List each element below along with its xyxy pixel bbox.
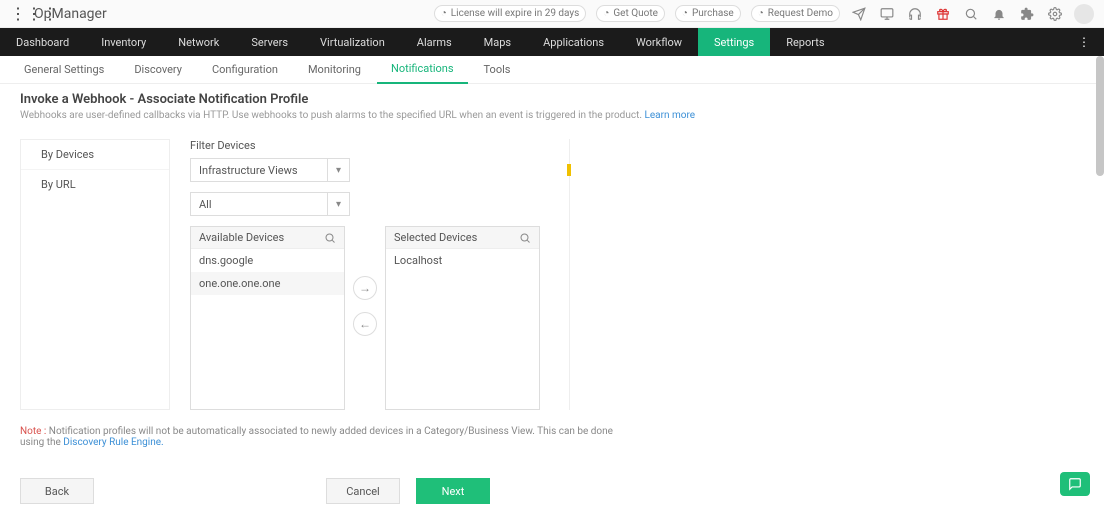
more-menu-icon[interactable]: ⋮ [1070,35,1098,49]
nav-item-alarms[interactable]: Alarms [401,28,468,56]
product-name: OpManager [34,6,107,22]
chat-fab[interactable] [1060,472,1090,496]
subnav-item-configuration[interactable]: Configuration [198,56,292,84]
apps-grid-icon[interactable]: ⋮⋮⋮ [10,6,26,22]
purchase-pill[interactable]: ◔Purchase [675,5,741,22]
gift-icon[interactable] [934,5,952,23]
scrollbar[interactable] [1096,56,1104,176]
search-icon[interactable] [962,5,980,23]
cancel-button[interactable]: Cancel [326,478,400,504]
selected-devices-list: Selected Devices Localhost [385,226,540,410]
left-tabs: By DevicesBy URL [20,139,170,410]
filter-select-scope[interactable]: All ▾ [190,192,350,216]
nav-item-inventory[interactable]: Inventory [85,28,162,56]
filter-label: Filter Devices [190,139,549,152]
list-item[interactable]: one.one.one.one [191,272,344,295]
chevron-down-icon: ▾ [327,159,349,181]
highlight-marker [567,164,571,176]
nav-item-virtualization[interactable]: Virtualization [304,28,401,56]
subnav-item-monitoring[interactable]: Monitoring [294,56,375,84]
gear-icon[interactable] [1046,5,1064,23]
avatar[interactable] [1074,4,1094,24]
discovery-rule-link[interactable]: Discovery Rule Engine. [63,437,163,448]
subnav-item-general-settings[interactable]: General Settings [10,56,118,84]
left-tab-by-devices[interactable]: By Devices [21,140,169,169]
send-icon[interactable] [850,5,868,23]
back-button[interactable]: Back [20,478,94,504]
plugin-icon[interactable] [1018,5,1036,23]
subnav-item-discovery[interactable]: Discovery [120,56,196,84]
next-button[interactable]: Next [416,478,490,504]
nav-item-applications[interactable]: Applications [527,28,620,56]
bell-icon[interactable] [990,5,1008,23]
subnav-item-notifications[interactable]: Notifications [377,56,468,84]
nav-item-settings[interactable]: Settings [698,28,770,56]
get-quote-pill[interactable]: ◔Get Quote [596,5,665,22]
move-right-button[interactable]: → [353,276,377,300]
search-icon[interactable] [324,232,336,244]
nav-item-workflow[interactable]: Workflow [620,28,698,56]
request-demo-pill[interactable]: ◔Request Demo [751,5,840,22]
list-item[interactable]: Localhost [386,249,539,272]
page-title: Invoke a Webhook - Associate Notificatio… [20,92,1084,107]
search-icon[interactable] [519,232,531,244]
available-devices-list: Available Devices dns.googleone.one.one.… [190,226,345,410]
note-text: Note : Notification profiles will not be… [0,422,640,448]
nav-item-servers[interactable]: Servers [235,28,304,56]
move-left-button[interactable]: ← [353,312,377,336]
main-nav: DashboardInventoryNetworkServersVirtuali… [0,28,1104,56]
subnav-item-tools[interactable]: Tools [470,56,525,84]
nav-item-network[interactable]: Network [162,28,235,56]
chevron-down-icon: ▾ [327,193,349,215]
nav-item-reports[interactable]: Reports [770,28,840,56]
page-description: Webhooks are user-defined callbacks via … [20,110,1084,121]
learn-more-link[interactable]: Learn more [644,110,695,121]
left-tab-by-url[interactable]: By URL [21,169,169,199]
available-label: Available Devices [199,231,284,244]
license-pill[interactable]: ◔License will expire in 29 days [434,5,587,22]
list-item[interactable]: dns.google [191,249,344,272]
selected-label: Selected Devices [394,231,477,244]
monitor-icon[interactable] [878,5,896,23]
sub-nav: General SettingsDiscoveryConfigurationMo… [0,56,1104,84]
filter-select-view[interactable]: Infrastructure Views ▾ [190,158,350,182]
headset-icon[interactable] [906,5,924,23]
nav-item-dashboard[interactable]: Dashboard [0,28,85,56]
nav-item-maps[interactable]: Maps [468,28,527,56]
